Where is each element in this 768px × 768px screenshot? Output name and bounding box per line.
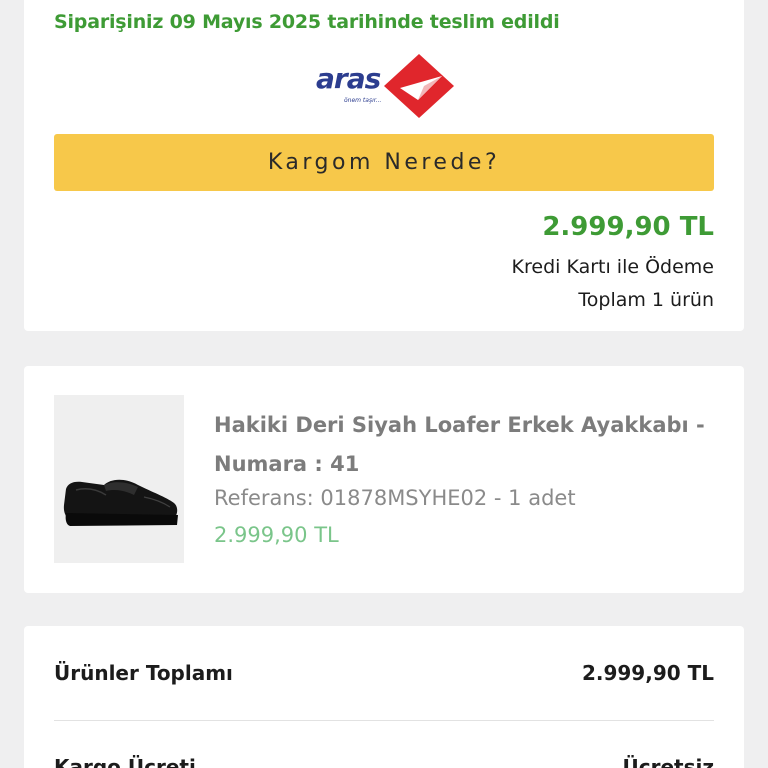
products-total-label: Ürünler Toplamı (54, 661, 233, 685)
product-card[interactable]: Hakiki Deri Siyah Loafer Erkek Ayakkabı … (24, 366, 744, 593)
product-image[interactable] (54, 395, 184, 563)
delivery-status-text: Siparişiniz 09 Mayıs 2025 tarihinde tesl… (54, 11, 560, 33)
track-cargo-button[interactable]: Kargom Nerede? (54, 134, 714, 191)
shipping-fee-value: Ücretsiz (622, 755, 714, 768)
product-reference: Referans: 01878MSYHE02 - 1 adet (214, 486, 576, 510)
order-status-card: Siparişiniz 09 Mayıs 2025 tarihinde tesl… (24, 0, 744, 331)
aras-cargo-logo: aras önem taşır... (314, 50, 456, 120)
aras-slogan: önem taşır... (344, 97, 381, 104)
product-name[interactable]: Hakiki Deri Siyah Loafer Erkek Ayakkabı … (214, 406, 714, 484)
payment-method: Kredi Kartı ile Ödeme (511, 256, 714, 278)
order-amount: 2.999,90 TL (542, 212, 714, 242)
aras-logo-mark-icon (384, 54, 454, 118)
order-summary-card: Ürünler Toplamı 2.999,90 TL Kargo Ücreti… (24, 626, 744, 768)
aras-wordmark: aras (316, 62, 381, 95)
item-count: Toplam 1 ürün (578, 289, 714, 311)
loafer-shoe-icon (63, 479, 178, 526)
products-total-value: 2.999,90 TL (581, 661, 714, 685)
shipping-fee-label: Kargo Ücreti (54, 755, 196, 768)
divider (54, 720, 714, 721)
product-price: 2.999,90 TL (214, 523, 339, 547)
